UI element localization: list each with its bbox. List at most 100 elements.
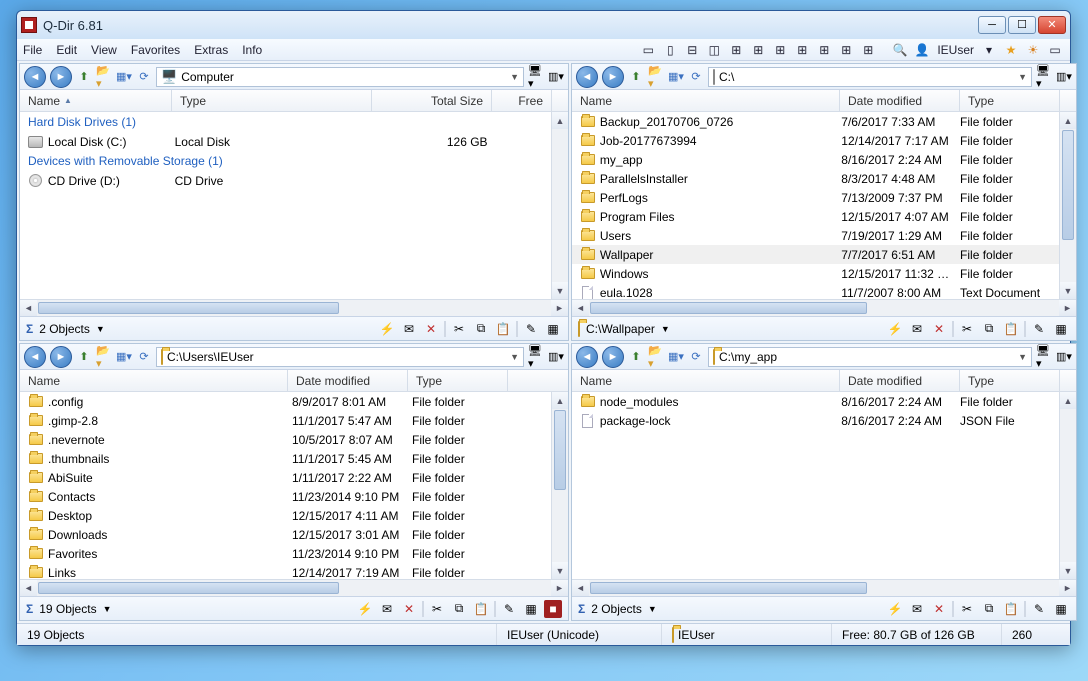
chevron-down-icon[interactable]: ▼ <box>96 324 105 334</box>
minimize-button[interactable]: ─ <box>978 16 1006 34</box>
column-header[interactable]: Type <box>960 370 1060 391</box>
list-item[interactable]: .nevernote 10/5/2017 8:07 AM File folder <box>20 430 551 449</box>
list-item[interactable]: PerfLogs 7/13/2009 7:37 PM File folder <box>572 188 1059 207</box>
list-item[interactable]: Windows 12/15/2017 11:32 … File folder <box>572 264 1059 283</box>
star-icon[interactable]: ★ <box>1002 41 1020 59</box>
cut-icon[interactable]: ✂ <box>428 600 446 618</box>
flash-icon[interactable]: ⚡ <box>886 320 904 338</box>
group-header[interactable]: Hard Disk Drives (1) <box>20 112 551 132</box>
nav-view-icon[interactable]: ▦▾ <box>668 349 684 365</box>
paste-icon[interactable]: 📋 <box>472 600 490 618</box>
nav-view-icon[interactable]: ▦▾ <box>116 69 132 85</box>
options-icon[interactable]: ▭ <box>1046 41 1064 59</box>
nav-monitor-icon[interactable]: 🖥▾ <box>528 69 544 85</box>
ieuser-label[interactable]: IEUser <box>935 43 976 57</box>
nav-view-icon[interactable]: ▦▾ <box>668 69 684 85</box>
nav-back-button[interactable]: ◄ <box>24 66 46 88</box>
list-item[interactable]: Local Disk (C:) Local Disk 126 GB <box>20 132 551 151</box>
list-item[interactable]: eula.1028 11/7/2007 8:00 AM Text Documen… <box>572 283 1059 299</box>
menu-view[interactable]: View <box>91 43 117 57</box>
list-item[interactable]: CD Drive (D:) CD Drive <box>20 171 551 190</box>
copy-icon[interactable]: ⧉ <box>472 320 490 338</box>
menu-edit[interactable]: Edit <box>56 43 77 57</box>
layout-3c-icon[interactable]: ⊞ <box>771 41 789 59</box>
nav-back-button[interactable]: ◄ <box>24 346 46 368</box>
paste-icon[interactable]: 📋 <box>1002 600 1020 618</box>
nav-up-icon[interactable]: ⬆ <box>76 349 92 365</box>
group-header[interactable]: Devices with Removable Storage (1) <box>20 151 551 171</box>
list-item[interactable]: Links 12/14/2017 7:19 AM File folder <box>20 563 551 579</box>
paste-icon[interactable]: 📋 <box>494 320 512 338</box>
record-icon[interactable]: ■ <box>544 600 562 618</box>
list-item[interactable]: package-lock 8/16/2017 2:24 AM JSON File <box>572 411 1059 430</box>
nav-folder-icon[interactable]: 📂▾ <box>648 349 664 365</box>
nav-refresh-icon[interactable]: ⟳ <box>136 69 152 85</box>
address-bar[interactable]: C:\ ▼ <box>708 67 1032 87</box>
nav-folder-icon[interactable]: 📂▾ <box>648 69 664 85</box>
address-bar[interactable]: C:\Users\IEUser ▼ <box>156 347 524 367</box>
nav-extra-icon[interactable]: ▥▾ <box>1056 349 1072 365</box>
list-item[interactable]: Downloads 12/15/2017 3:01 AM File folder <box>20 525 551 544</box>
edit-icon[interactable]: ✎ <box>1030 320 1048 338</box>
list-item[interactable]: AbiSuite 1/11/2017 2:22 AM File folder <box>20 468 551 487</box>
maximize-button[interactable]: ☐ <box>1008 16 1036 34</box>
mail-icon[interactable]: ✉ <box>378 600 396 618</box>
nav-back-button[interactable]: ◄ <box>576 346 598 368</box>
close-button[interactable]: ✕ <box>1038 16 1066 34</box>
list-item[interactable]: Job-20177673994 12/14/2017 7:17 AM File … <box>572 131 1059 150</box>
sun-icon[interactable]: ☀ <box>1024 41 1042 59</box>
list-item[interactable]: Backup_20170706_0726 7/6/2017 7:33 AM Fi… <box>572 112 1059 131</box>
address-bar[interactable]: C:\my_app ▼ <box>708 347 1032 367</box>
nav-refresh-icon[interactable]: ⟳ <box>688 349 704 365</box>
nav-forward-button[interactable]: ► <box>50 66 72 88</box>
properties-icon[interactable]: ▦ <box>544 320 562 338</box>
delete-icon[interactable]: ✕ <box>930 600 948 618</box>
chevron-down-icon[interactable]: ▼ <box>661 324 670 334</box>
sigma-icon[interactable]: Σ <box>578 602 585 616</box>
chevron-down-icon[interactable]: ▼ <box>103 604 112 614</box>
flash-icon[interactable]: ⚡ <box>378 320 396 338</box>
address-dropdown-icon[interactable]: ▼ <box>510 72 519 82</box>
layout-3b-icon[interactable]: ⊞ <box>749 41 767 59</box>
properties-icon[interactable]: ▦ <box>522 600 540 618</box>
list-item[interactable]: .thumbnails 11/1/2017 5:45 AM File folde… <box>20 449 551 468</box>
edit-icon[interactable]: ✎ <box>522 320 540 338</box>
delete-icon[interactable]: ✕ <box>400 600 418 618</box>
file-listing[interactable]: Backup_20170706_0726 7/6/2017 7:33 AM Fi… <box>572 112 1076 299</box>
copy-icon[interactable]: ⧉ <box>450 600 468 618</box>
layout-1-icon[interactable]: ▭ <box>639 41 657 59</box>
nav-up-icon[interactable]: ⬆ <box>76 69 92 85</box>
nav-view-icon[interactable]: ▦▾ <box>116 349 132 365</box>
vertical-scrollbar[interactable]: ▲▼ <box>551 392 568 579</box>
nav-monitor-icon[interactable]: 🖥▾ <box>1036 349 1052 365</box>
cut-icon[interactable]: ✂ <box>958 320 976 338</box>
flash-icon[interactable]: ⚡ <box>886 600 904 618</box>
column-header[interactable]: Type <box>172 90 372 111</box>
address-dropdown-icon[interactable]: ▼ <box>510 352 519 362</box>
copy-icon[interactable]: ⧉ <box>980 600 998 618</box>
nav-up-icon[interactable]: ⬆ <box>628 69 644 85</box>
flash-icon[interactable]: ⚡ <box>356 600 374 618</box>
nav-forward-button[interactable]: ► <box>602 346 624 368</box>
address-bar[interactable]: 🖥️ Computer ▼ <box>156 67 524 87</box>
menu-info[interactable]: Info <box>242 43 262 57</box>
cut-icon[interactable]: ✂ <box>450 320 468 338</box>
nav-extra-icon[interactable]: ▥▾ <box>1056 69 1072 85</box>
horizontal-scrollbar[interactable]: ◄► <box>20 579 568 596</box>
list-item[interactable]: Contacts 11/23/2014 9:10 PM File folder <box>20 487 551 506</box>
vertical-scrollbar[interactable]: ▲▼ <box>1059 112 1076 299</box>
horizontal-scrollbar[interactable]: ◄► <box>20 299 568 316</box>
edit-icon[interactable]: ✎ <box>1030 600 1048 618</box>
paste-icon[interactable]: 📋 <box>1002 320 1020 338</box>
delete-icon[interactable]: ✕ <box>422 320 440 338</box>
mail-icon[interactable]: ✉ <box>400 320 418 338</box>
column-header[interactable]: Type <box>408 370 508 391</box>
menu-favorites[interactable]: Favorites <box>131 43 180 57</box>
nav-refresh-icon[interactable]: ⟳ <box>688 69 704 85</box>
delete-icon[interactable]: ✕ <box>930 320 948 338</box>
list-item[interactable]: node_modules 8/16/2017 2:24 AM File fold… <box>572 392 1059 411</box>
list-item[interactable]: my_app 8/16/2017 2:24 AM File folder <box>572 150 1059 169</box>
nav-extra-icon[interactable]: ▥▾ <box>548 349 564 365</box>
menu-file[interactable]: File <box>23 43 42 57</box>
layout-3a-icon[interactable]: ⊞ <box>727 41 745 59</box>
